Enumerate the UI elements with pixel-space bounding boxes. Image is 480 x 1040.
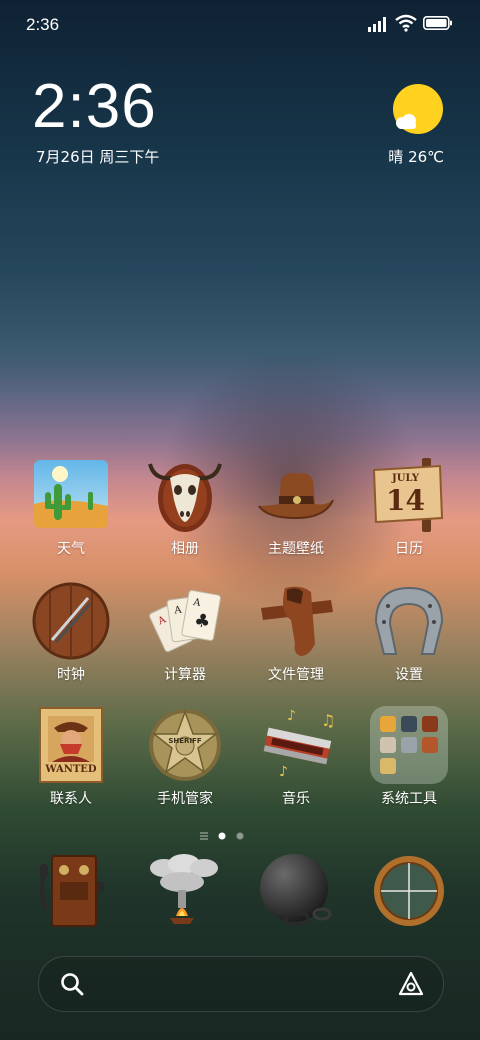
clock-widget-date: 7月26日 周三下午 [36, 148, 160, 166]
playing-cards-icon: A A A ♣ [146, 582, 224, 660]
clock-widget-time[interactable]: 2:36 [32, 76, 157, 138]
bull-skull-icon [146, 456, 224, 534]
signal-icon [368, 17, 386, 32]
status-time: 2:36 [26, 15, 60, 34]
svg-text:♪: ♪ [287, 708, 296, 724]
calendar-day: 14 [386, 484, 425, 517]
app-label: 日历 [395, 541, 423, 557]
app-contacts[interactable]: WANTED 联系人 [16, 706, 126, 808]
app-label: 时钟 [57, 667, 85, 683]
status-bar: 2:36 [0, 0, 480, 50]
app-label: 相册 [171, 541, 199, 557]
wooden-shield-icon [32, 582, 110, 660]
app-label: 天气 [57, 541, 85, 557]
horseshoe-icon [370, 582, 448, 660]
app-label: 设置 [395, 667, 423, 683]
search-bar[interactable] [38, 956, 444, 1012]
scope-crosshair-icon[interactable] [370, 852, 448, 930]
weather-summary: 晴 26℃ [388, 148, 444, 166]
app-settings[interactable]: 设置 [354, 582, 464, 684]
ai-assistant-icon[interactable] [397, 970, 425, 998]
app-file-manager[interactable]: 文件管理 [241, 582, 351, 684]
search-icon[interactable] [59, 971, 85, 997]
svg-text:♪: ♪ [279, 764, 288, 780]
wifi-icon [395, 14, 417, 32]
wall-telephone-icon[interactable] [32, 852, 110, 930]
sunny-cloud-icon[interactable] [392, 84, 444, 136]
app-music[interactable]: ♪ ♫ ♪ 音乐 [241, 706, 351, 808]
desert-cactus-icon [32, 456, 110, 534]
app-themes[interactable]: 主题壁纸 [241, 456, 351, 558]
app-label: 主题壁纸 [268, 541, 324, 557]
harmonica-icon: ♪ ♫ ♪ [257, 706, 335, 784]
battery-icon [423, 16, 452, 30]
app-label: 计算器 [164, 667, 206, 683]
app-calculator[interactable]: A A A ♣ 计算器 [130, 582, 240, 684]
svg-text:♫: ♫ [321, 711, 335, 730]
app-label: 系统工具 [381, 791, 437, 807]
smoke-signal-icon[interactable] [144, 852, 222, 930]
wanted-poster-icon: WANTED [32, 706, 110, 784]
app-security[interactable]: SHERIFF 手机管家 [130, 706, 240, 808]
cowboy-hat-icon [257, 456, 335, 534]
wooden-sign-icon: JULY 14 [370, 456, 448, 534]
app-clock[interactable]: 时钟 [16, 582, 126, 684]
app-label: 手机管家 [157, 791, 213, 807]
poster-text: WANTED [45, 764, 97, 775]
folder-icon [370, 706, 448, 784]
badge-text: SHERIFF [168, 737, 202, 745]
app-label: 文件管理 [268, 667, 324, 683]
app-weather[interactable]: 天气 [16, 456, 126, 558]
calendar-month: JULY [392, 473, 419, 484]
app-calendar[interactable]: JULY 14 日历 [354, 456, 464, 558]
app-system-tools-folder[interactable]: 系统工具 [354, 706, 464, 808]
page-indicator[interactable] [198, 830, 288, 842]
app-label: 音乐 [282, 791, 310, 807]
app-gallery[interactable]: 相册 [130, 456, 240, 558]
sheriff-badge-icon: SHERIFF [146, 706, 224, 784]
gun-holster-icon [257, 582, 335, 660]
app-label: 联系人 [50, 791, 92, 807]
ball-and-chain-icon[interactable] [256, 852, 334, 930]
